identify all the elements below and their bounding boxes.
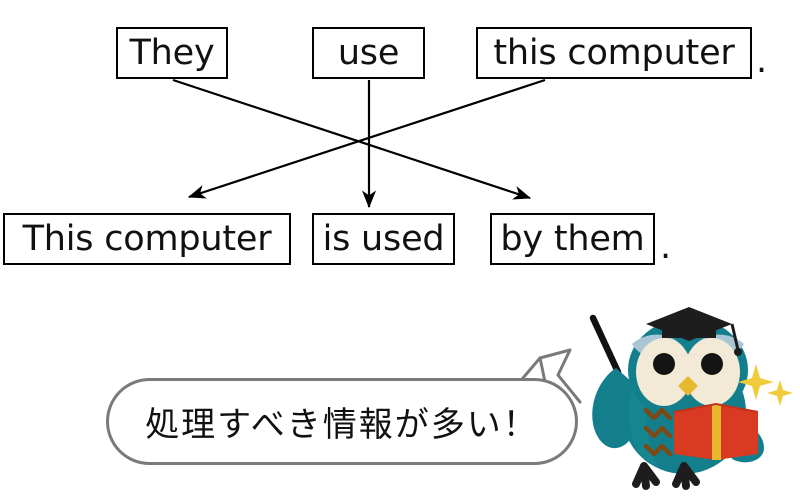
chunk-box-by-them: by them [490,213,655,265]
owl-eye-left [653,353,675,375]
diagram-canvas: They use this computer . This computer i… [0,0,800,500]
owl-eye-right [701,353,723,375]
open-book-icon [673,402,759,460]
pointer-stick-icon [589,314,622,376]
chunk-box-this-computer-object: this computer [476,27,752,79]
chunk-box-this-computer-subject: This computer [3,213,291,265]
speech-bubble-text: 処理すべき情報が多い！ [145,405,539,445]
chunk-box-use: use [312,27,425,79]
chunk-box-they: They [116,27,228,79]
bottom-sentence-period: . [660,227,672,267]
chunk-box-is-used: is used [312,213,455,265]
speech-bubble: 処理すべき情報が多い！ [106,378,578,465]
owl-chest-marks [643,407,673,457]
top-sentence-period: . [756,41,768,81]
arrow-they-to-by-them [172,78,532,200]
owl-professor-mascot [589,307,793,490]
arrow-this-computer-to-subject [187,78,546,199]
